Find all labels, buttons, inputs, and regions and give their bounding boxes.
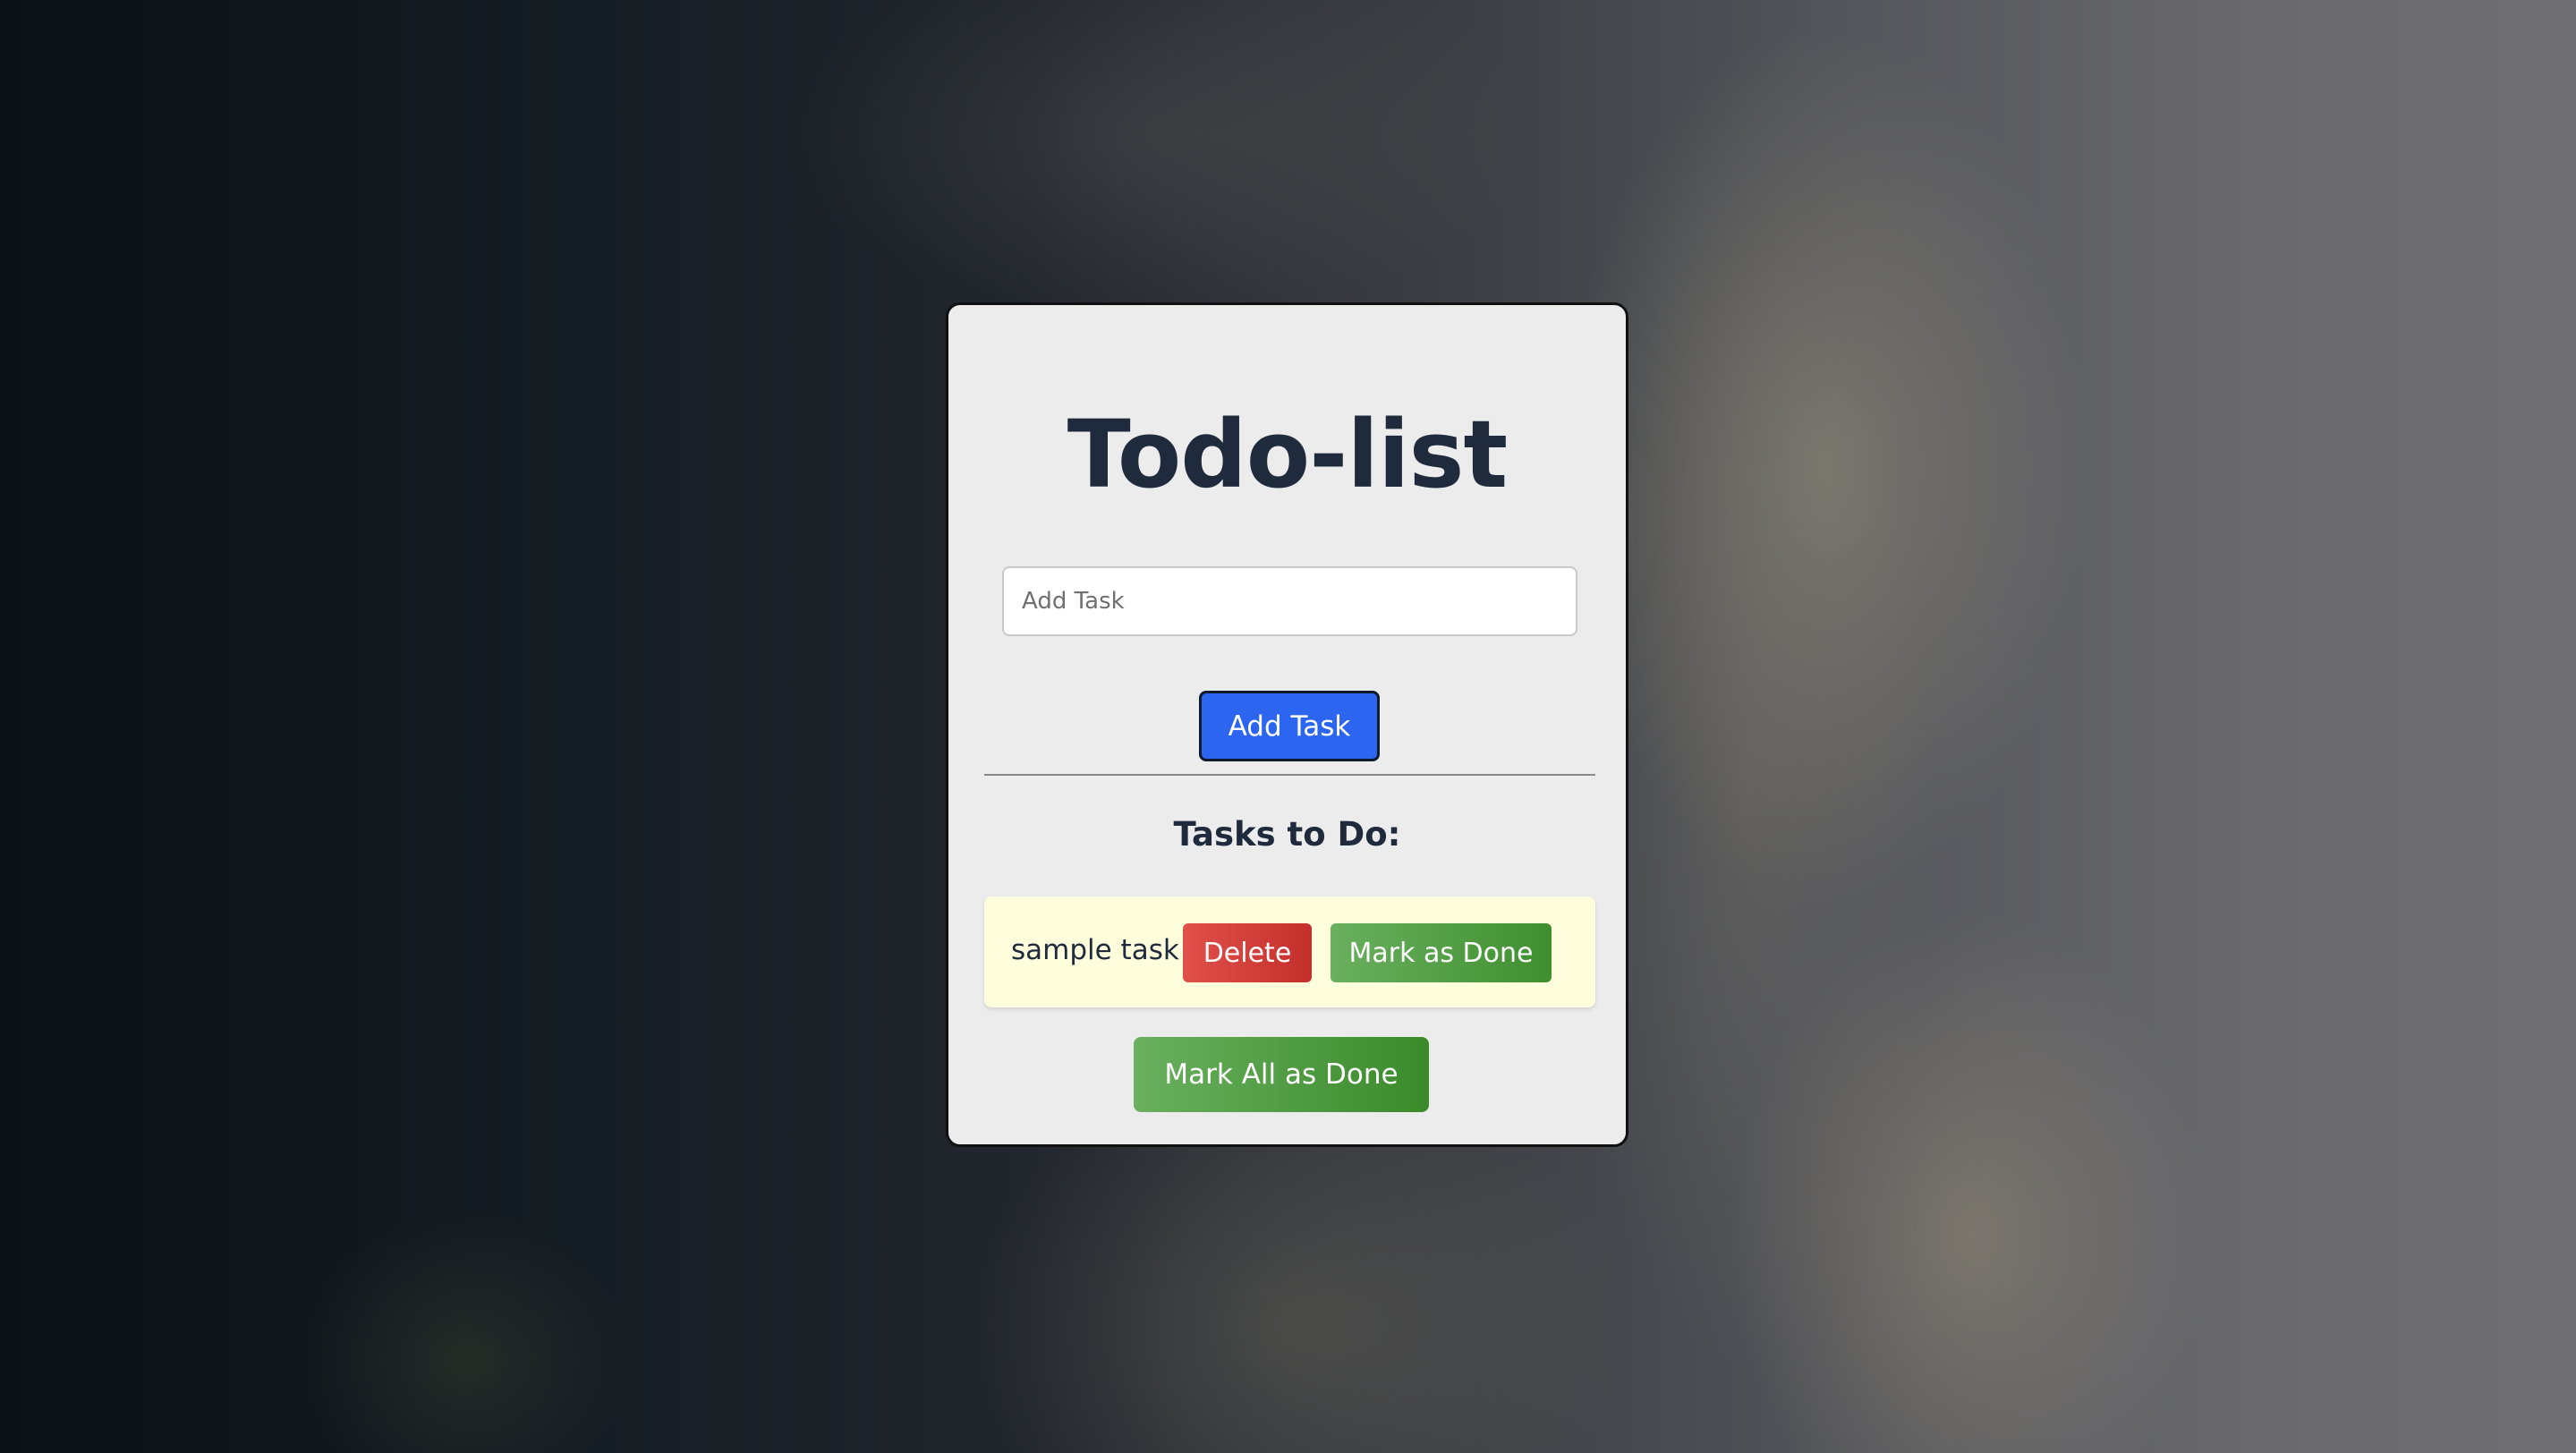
page-title: Todo-list bbox=[1067, 400, 1509, 509]
task-text: sample task bbox=[1011, 934, 1179, 966]
add-task-input[interactable] bbox=[1002, 566, 1577, 636]
divider bbox=[984, 774, 1595, 776]
mark-done-button[interactable]: Mark as Done bbox=[1331, 923, 1552, 982]
delete-task-button[interactable]: Delete bbox=[1183, 923, 1312, 982]
todo-card: Todo-list Add Task Tasks to Do: sample t… bbox=[946, 302, 1628, 1147]
mark-all-done-button[interactable]: Mark All as Done bbox=[1134, 1037, 1429, 1112]
task-item: sample task Delete Mark as Done bbox=[984, 896, 1595, 1007]
add-task-button[interactable]: Add Task bbox=[1199, 691, 1380, 761]
tasks-heading: Tasks to Do: bbox=[1173, 815, 1401, 854]
